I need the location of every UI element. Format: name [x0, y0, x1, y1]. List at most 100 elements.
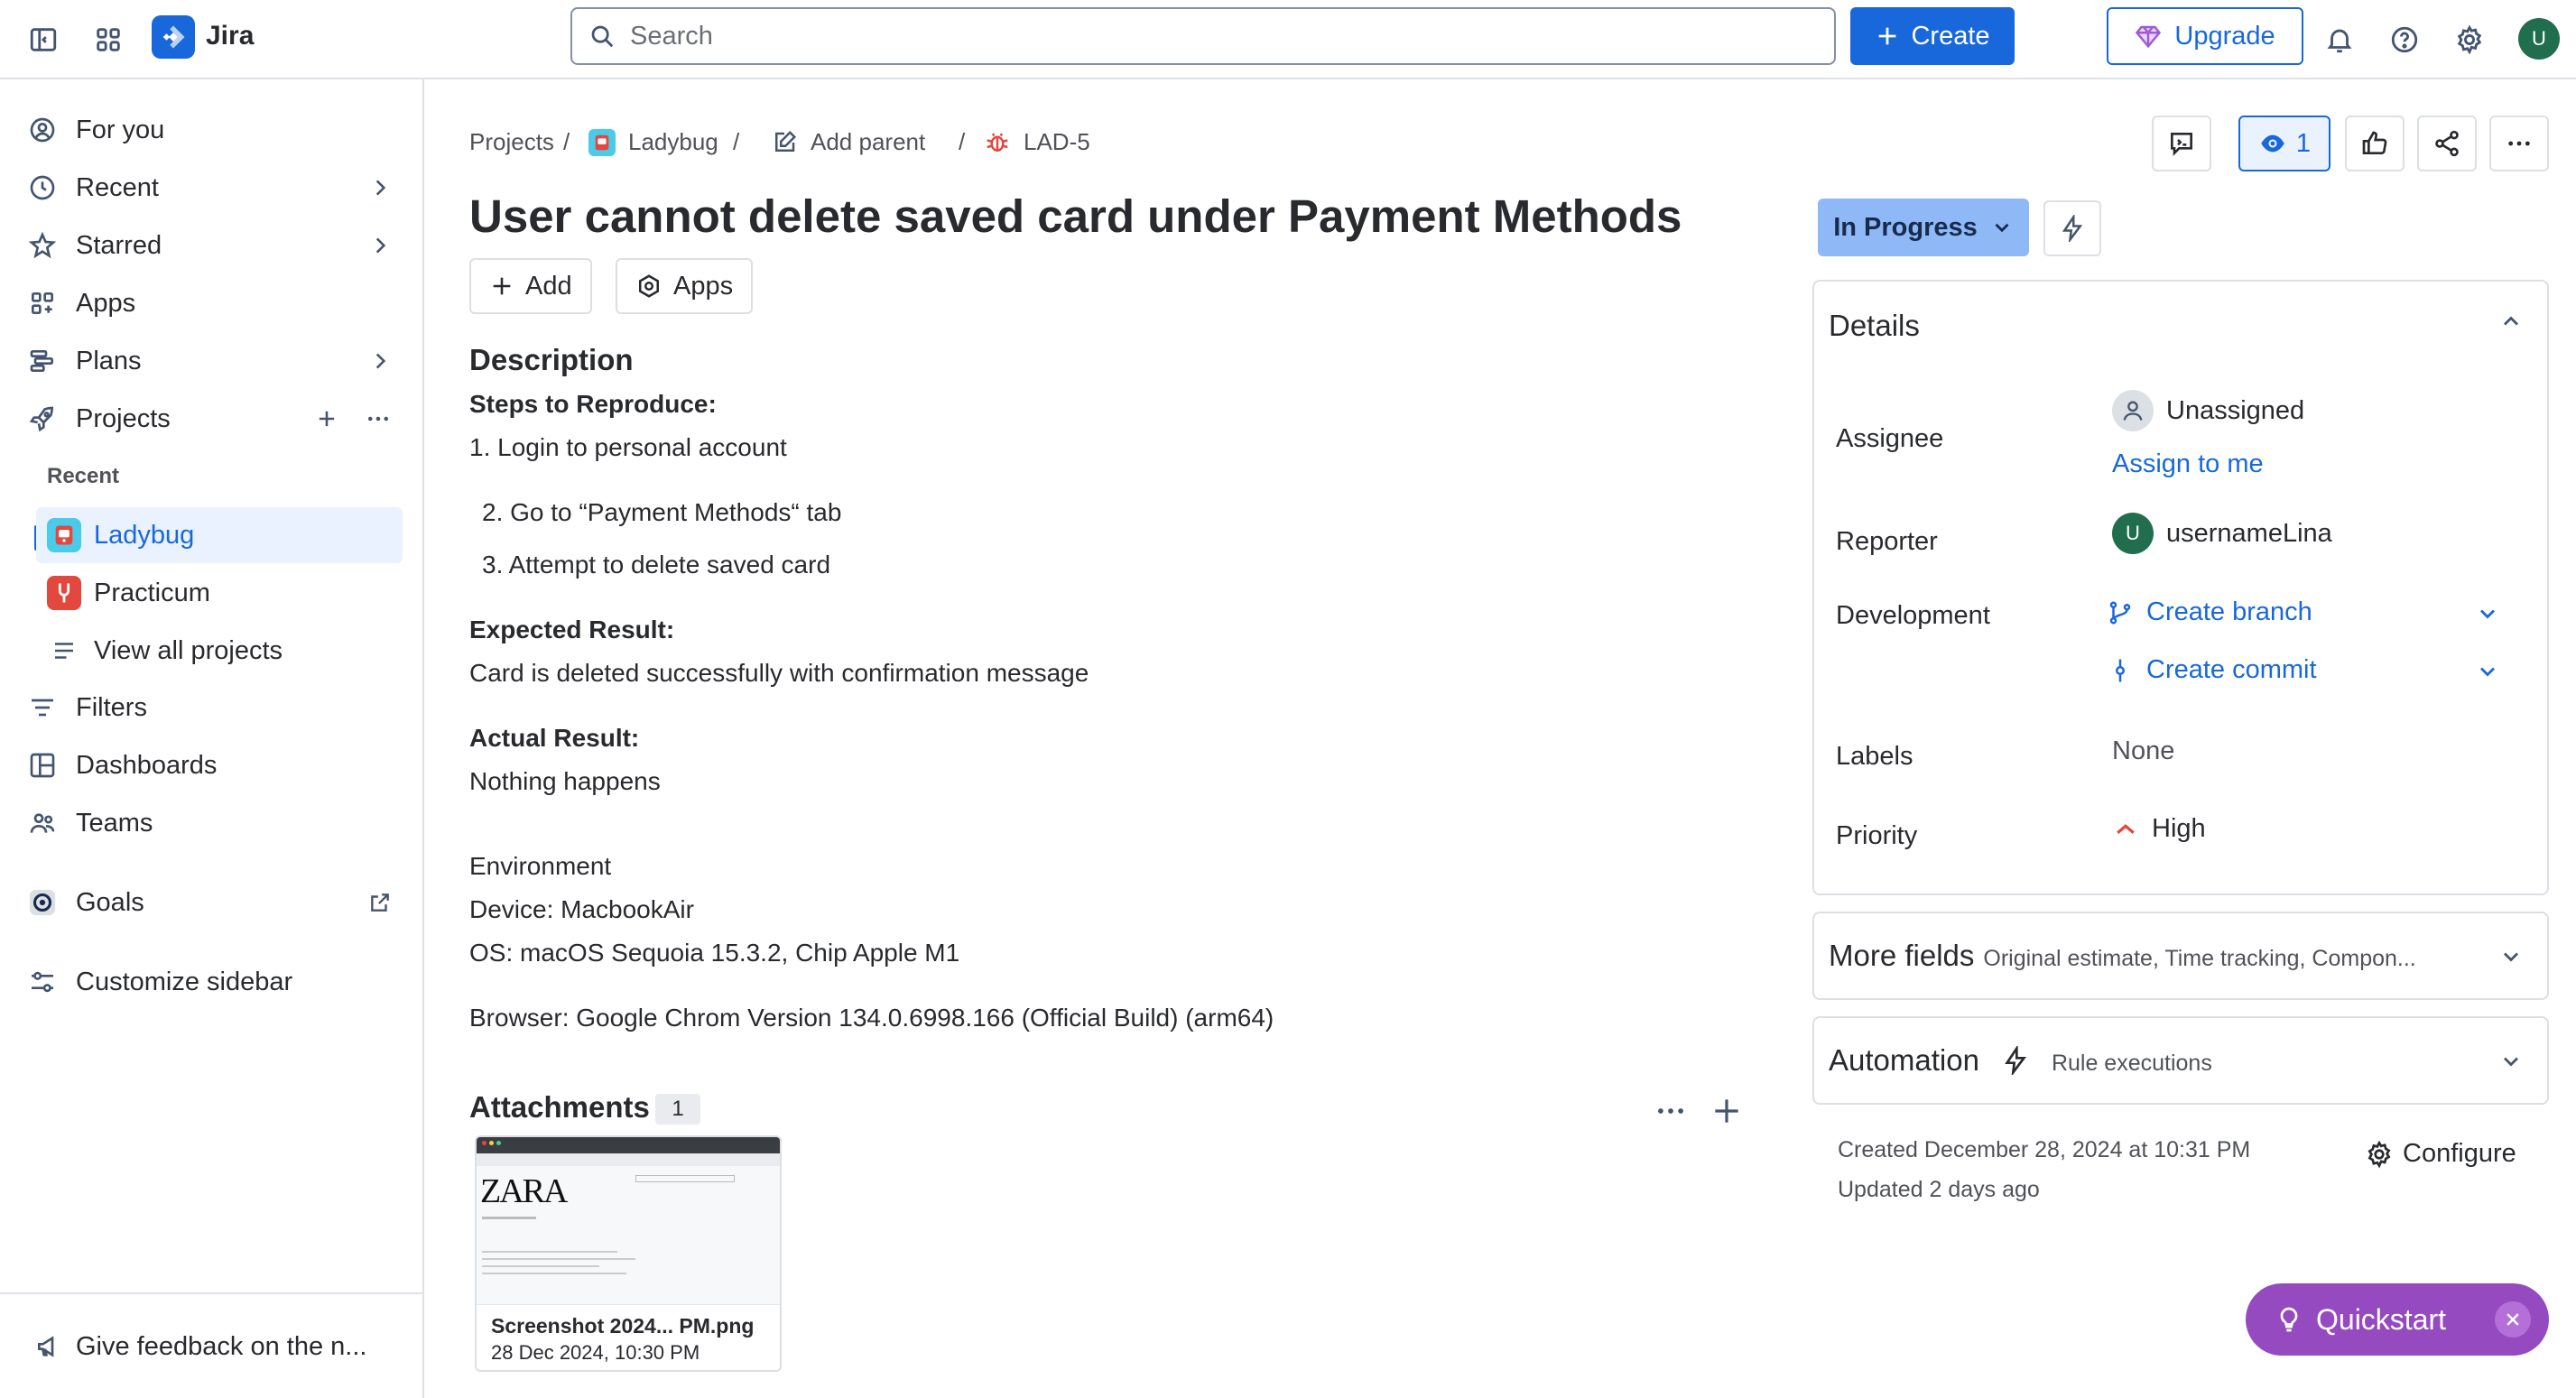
- sidebar-item-teams[interactable]: Teams: [25, 796, 404, 850]
- quickstart-button[interactable]: Quickstart: [2246, 1283, 2549, 1356]
- assignee-value[interactable]: Unassigned: [2112, 390, 2304, 431]
- feedback-comment-button[interactable]: [2152, 116, 2211, 171]
- chevron-up-icon[interactable]: [2498, 309, 2524, 334]
- sidebar-project-ladybug[interactable]: Ladybug: [36, 507, 403, 563]
- automation-panel[interactable]: Automation Rule executions: [1812, 1016, 2549, 1105]
- sidebar-item-for-you[interactable]: For you: [25, 103, 404, 157]
- help-icon[interactable]: [2385, 20, 2424, 60]
- sidebar-project-practicum[interactable]: Practicum: [36, 565, 403, 621]
- sidebar-item-dashboards[interactable]: Dashboards: [25, 738, 404, 792]
- attachment-thumbnail: ZARA: [477, 1137, 780, 1305]
- labels-label: Labels: [1836, 742, 1913, 771]
- sidebar-item-label: Starred: [76, 230, 162, 260]
- attachment-card[interactable]: ZARA Screenshot 2024... PM.png 28 Dec 20…: [475, 1135, 782, 1372]
- more-options-icon: [2505, 129, 2534, 158]
- notifications-bell-icon[interactable]: [2320, 20, 2359, 60]
- project-label: Practicum: [94, 578, 210, 607]
- status-label: In Progress: [1833, 212, 1978, 242]
- chevron-right-icon[interactable]: [368, 176, 392, 199]
- branch-icon: [2107, 599, 2134, 626]
- search-input[interactable]: [630, 21, 1713, 51]
- labels-value[interactable]: None: [2112, 736, 2174, 766]
- priority-value[interactable]: High: [2112, 814, 2206, 844]
- create-button[interactable]: Create: [1850, 7, 2015, 65]
- status-dropdown[interactable]: In Progress: [1818, 199, 2029, 256]
- sidebar-item-label: Plans: [76, 346, 142, 375]
- apps-button-label: Apps: [673, 271, 734, 301]
- actual-text: Nothing happens: [469, 767, 661, 795]
- expected-text: Card is deleted successfully with confir…: [469, 659, 1089, 687]
- actions-bolt-button[interactable]: [2043, 200, 2101, 256]
- attachment-name: Screenshot 2024... PM.png: [491, 1314, 755, 1338]
- chevron-down-icon[interactable]: [2498, 944, 2524, 969]
- chevron-down-icon[interactable]: [2498, 1049, 2524, 1074]
- sidebar-item-recent[interactable]: Recent: [25, 161, 404, 215]
- chevron-down-icon[interactable]: [2475, 659, 2500, 684]
- configure-button[interactable]: Configure: [2365, 1139, 2516, 1169]
- give-feedback-button[interactable]: Give feedback on the n...: [0, 1292, 422, 1398]
- thumbs-up-icon: [2360, 129, 2389, 158]
- breadcrumb-projects[interactable]: Projects: [469, 128, 554, 156]
- breadcrumb-project[interactable]: Ladybug: [588, 128, 718, 156]
- sidebar-item-filters[interactable]: Filters: [25, 680, 404, 735]
- apps-button[interactable]: Apps: [616, 258, 754, 314]
- more-actions-button[interactable]: [2489, 116, 2549, 171]
- chevron-right-icon[interactable]: [368, 234, 392, 257]
- assign-to-me-link[interactable]: Assign to me: [2112, 449, 2264, 479]
- lightning-bolt-icon: [2059, 215, 2086, 242]
- app-switcher-icon[interactable]: [88, 20, 128, 60]
- app-name[interactable]: Jira: [206, 21, 254, 51]
- thumbnail-brand: ZARA: [480, 1172, 568, 1210]
- edit-pencil-icon: [771, 129, 798, 156]
- more-fields-hint: Original estimate, Time tracking, Compon…: [1983, 946, 2416, 971]
- breadcrumb-add-parent[interactable]: Add parent: [771, 128, 925, 156]
- close-icon[interactable]: [2495, 1301, 2531, 1338]
- details-heading[interactable]: Details: [1829, 309, 1920, 343]
- breadcrumb-project-label: Ladybug: [628, 128, 718, 155]
- watch-button[interactable]: 1: [2238, 116, 2330, 171]
- external-link-icon[interactable]: [368, 891, 392, 914]
- lightning-bolt-icon: [2001, 1046, 2030, 1075]
- megaphone-icon: [34, 1332, 63, 1361]
- bug-icon: [984, 129, 1011, 156]
- settings-gear-icon[interactable]: [2450, 20, 2489, 60]
- add-attachment-plus-icon[interactable]: [1710, 1094, 1744, 1128]
- reporter-value[interactable]: U usernameLina: [2112, 513, 2332, 554]
- add-button[interactable]: Add: [469, 258, 592, 314]
- add-project-plus-icon[interactable]: [314, 406, 339, 431]
- vote-button[interactable]: [2345, 116, 2405, 171]
- issue-title[interactable]: User cannot delete saved card under Paym…: [469, 190, 1682, 243]
- clock-icon: [25, 171, 60, 205]
- search-box[interactable]: [570, 7, 1836, 65]
- more-options-icon[interactable]: [365, 405, 392, 432]
- gear-icon: [2365, 1140, 2394, 1169]
- sidebar-toggle-icon[interactable]: [23, 20, 63, 60]
- sidebar-item-label: Customize sidebar: [76, 967, 293, 996]
- sidebar-item-goals[interactable]: Goals: [25, 875, 404, 930]
- more-fields-panel[interactable]: More fields Original estimate, Time trac…: [1812, 912, 2549, 1000]
- user-avatar[interactable]: U: [2518, 18, 2560, 60]
- priority-high-icon: [2112, 816, 2139, 843]
- sidebar-item-projects[interactable]: Projects: [25, 392, 404, 446]
- upgrade-button[interactable]: Upgrade: [2107, 7, 2303, 65]
- attachments-more-icon[interactable]: [1654, 1094, 1688, 1128]
- breadcrumb-separator: /: [563, 128, 570, 155]
- breadcrumb-issue-key[interactable]: LAD-5: [984, 128, 1090, 156]
- chevron-down-icon: [1990, 216, 2014, 239]
- sidebar-item-plans[interactable]: Plans: [25, 334, 404, 388]
- sidebar-customize[interactable]: Customize sidebar: [25, 955, 404, 1009]
- device-text: Device: MacbookAir: [469, 895, 694, 923]
- jira-logo-icon[interactable]: [152, 15, 195, 59]
- create-branch-link[interactable]: Create branch: [2107, 597, 2312, 627]
- step-1: 1. Login to personal account: [469, 433, 787, 461]
- chevron-down-icon[interactable]: [2475, 601, 2500, 626]
- sidebar-view-all-projects[interactable]: View all projects: [36, 623, 403, 679]
- chevron-right-icon[interactable]: [368, 349, 392, 373]
- breadcrumb-separator: /: [733, 128, 740, 155]
- sidebar-item-apps[interactable]: Apps: [25, 276, 404, 330]
- automation-hint: Rule executions: [2051, 1051, 2212, 1076]
- share-button[interactable]: [2417, 116, 2477, 171]
- sidebar-item-starred[interactable]: Starred: [25, 218, 404, 273]
- breadcrumb-projects-label: Projects: [469, 128, 554, 155]
- create-commit-link[interactable]: Create commit: [2107, 655, 2317, 685]
